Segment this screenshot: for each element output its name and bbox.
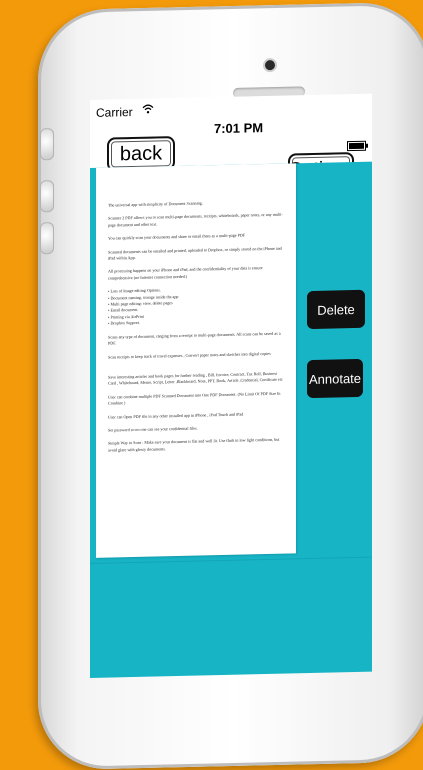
document-text: The universal app with simplicity of Doc… [108, 199, 286, 461]
doc-paragraph: Scanned documents can be emailed and pri… [108, 245, 282, 261]
doc-paragraph: Set password so no one can see your conf… [108, 425, 198, 433]
volume-down-button [40, 222, 54, 255]
battery-icon [347, 140, 366, 152]
doc-paragraph: Scan receipts to keep track of travel ex… [108, 350, 271, 360]
scan-preview-area: The universal app with simplicity of Doc… [90, 161, 372, 678]
doc-paragraph: You can quickly scan your documents and … [108, 232, 246, 241]
doc-paragraph: The universal app with simplicity of Doc… [108, 200, 203, 208]
doc-paragraph: Save interesting articles and book pages… [108, 370, 283, 386]
doc-paragraph: User can combine multiple PDF Scanned Do… [108, 390, 281, 406]
annotate-button[interactable]: Annotate [307, 358, 363, 399]
doc-paragraph: Scanner 2 PDF allows you to scan multi-p… [108, 212, 283, 228]
front-camera [265, 60, 275, 71]
status-time: 7:01 PM [214, 120, 264, 137]
volume-up-button [40, 180, 54, 213]
delete-button[interactable]: Delete [307, 289, 365, 330]
content-divider [90, 556, 372, 564]
scanned-document-page[interactable]: The universal app with simplicity of Doc… [96, 163, 296, 558]
app-screen: Carrier 7:01 PM back Options The univers… [90, 93, 372, 678]
doc-paragraph: All processing happens on your iPhone an… [108, 265, 263, 281]
wifi-icon [142, 104, 154, 117]
carrier-label: Carrier [96, 105, 133, 120]
mute-switch [40, 128, 54, 161]
doc-paragraph: Simple Way to Scan : Make sure your docu… [108, 437, 280, 453]
doc-paragraph: Scans any type of document, ranging from… [108, 330, 281, 346]
doc-paragraph: User can Open PDF file in any other inst… [108, 411, 244, 420]
doc-feature-list: • Lots of Image editing Options. • Docum… [108, 287, 179, 326]
